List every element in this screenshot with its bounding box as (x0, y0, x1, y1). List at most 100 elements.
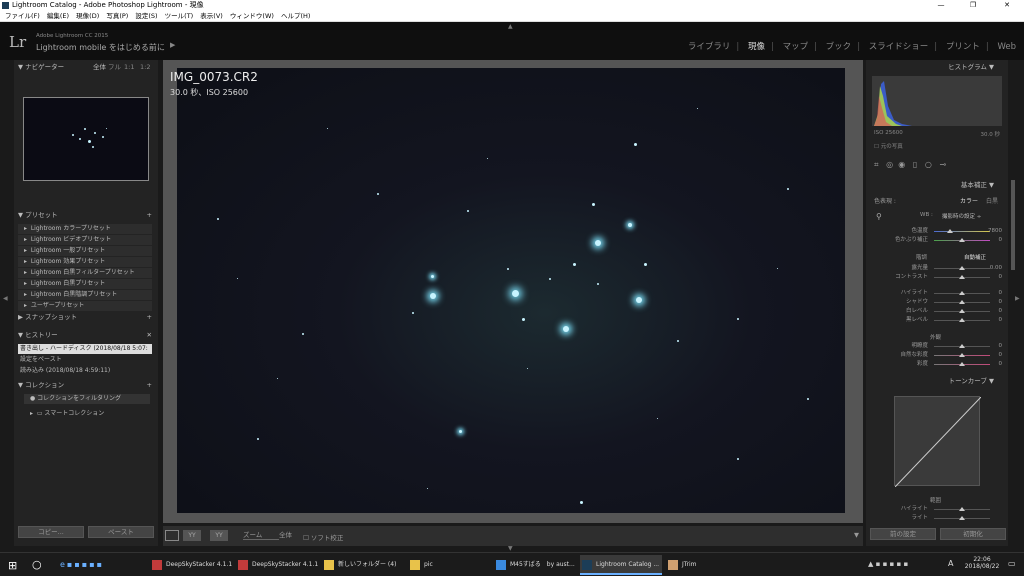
mobile-link[interactable]: Lightroom mobile をはじめる前に (36, 42, 165, 53)
navigator-header[interactable]: ▼ ナビゲーター 全体 フル 1:1 1:2 (18, 62, 154, 72)
search-icon[interactable]: ○ (32, 558, 42, 571)
add-preset-icon[interactable]: + (147, 210, 152, 220)
history-item[interactable]: 読み込み (2018/08/18 4:59:11) (18, 366, 152, 376)
menu-develop[interactable]: 現像(D) (76, 12, 99, 20)
zoom-fill[interactable]: フル (108, 62, 121, 72)
minimize-button[interactable]: — (926, 0, 956, 11)
reset-button[interactable]: 初期化 (940, 528, 1006, 540)
left-panel-toggle-icon[interactable]: ◀ (3, 295, 8, 302)
preset-folder[interactable]: ▸ Lightroom ビデオプリセット (18, 235, 152, 245)
add-collection-icon[interactable]: + (147, 380, 152, 390)
history-header[interactable]: ▼ ヒストリー ✕ (18, 330, 154, 340)
snapshots-header[interactable]: ▶ スナップショット + (18, 312, 154, 322)
photo-canvas[interactable] (177, 68, 845, 513)
taskbar-item[interactable]: Lightroom Catalog ... (580, 555, 662, 575)
clarity-slider[interactable]: 明瞭度 0 (870, 342, 1004, 351)
bottom-panel-toggle-icon[interactable]: ▼ (508, 545, 513, 552)
navigator-preview[interactable] (23, 97, 149, 181)
menu-help[interactable]: ヘルプ(H) (281, 12, 310, 20)
loupe-view-icon[interactable] (165, 530, 179, 541)
play-icon[interactable]: ▶ (170, 41, 175, 49)
module-print[interactable]: プリント (946, 42, 980, 52)
preset-folder[interactable]: ▸ ユーザープリセット (18, 301, 152, 311)
contrast-slider[interactable]: コントラスト 0 (870, 273, 1004, 282)
tonecurve-header[interactable]: トーンカーブ ▼ (870, 376, 1006, 386)
zoom-slider[interactable] (243, 539, 279, 540)
menu-window[interactable]: ウィンドウ(W) (230, 12, 274, 20)
red-eye-icon[interactable]: ◉ (898, 160, 905, 169)
top-panel-toggle-icon[interactable]: ▲ (508, 23, 513, 30)
smart-collection[interactable]: ▸ ▭ スマートコレクション (28, 409, 162, 419)
taskbar-item[interactable]: JTrim (666, 555, 748, 575)
copy-button[interactable]: コピー... (18, 526, 84, 538)
taskbar-item[interactable]: M45すばる by aust... (494, 555, 576, 575)
auto-tone-button[interactable]: 自動補正 (964, 253, 986, 261)
module-develop[interactable]: 現像 (748, 42, 765, 52)
spot-removal-icon[interactable]: ◎ (886, 160, 893, 169)
softproof-checkbox[interactable]: ☐ ソフト校正 (303, 532, 343, 542)
preset-folder[interactable]: ▸ Lightroom 一般プリセット (18, 246, 152, 256)
taskbar-item[interactable]: pic (408, 555, 490, 575)
preset-folder[interactable]: ▸ Lightroom 白黒プリセット (18, 279, 152, 289)
graduated-filter-icon[interactable]: ▯ (913, 160, 917, 169)
histogram-graph[interactable] (872, 76, 1002, 126)
menu-edit[interactable]: 編集(E) (47, 12, 69, 20)
module-book[interactable]: ブック (826, 42, 852, 52)
tone-curve-graph[interactable] (894, 396, 982, 488)
close-button[interactable]: ✕ (992, 0, 1022, 11)
module-map[interactable]: マップ (783, 42, 809, 52)
module-slideshow[interactable]: スライドショー (869, 42, 929, 52)
module-web[interactable]: Web (997, 42, 1016, 52)
wb-dropdown[interactable]: 撮影時の設定 ÷ (942, 212, 981, 220)
crop-icon[interactable]: ⌗ (874, 160, 879, 169)
taskbar-item[interactable]: 新しいフォルダー (4) (322, 555, 404, 575)
wb-eyedropper-icon[interactable]: ⚲ (876, 212, 882, 221)
preset-folder[interactable]: ▸ Lightroom 効果プリセット (18, 257, 152, 267)
menu-photo[interactable]: 写真(P) (106, 12, 128, 20)
history-item[interactable]: 設定をペースト (18, 355, 152, 365)
before-after-lr-icon[interactable]: YY (183, 530, 201, 541)
menu-settings[interactable]: 設定(S) (135, 12, 157, 20)
windows-start-icon[interactable]: ⊞ (8, 559, 17, 572)
basic-header[interactable]: 基本補正 ▼ (870, 180, 1006, 190)
vibrance-slider[interactable]: 自然な彩度 0 (870, 351, 1004, 360)
pinned-apps[interactable]: e▪▪▪▪▪ (60, 560, 104, 569)
ime-indicator[interactable]: A (948, 559, 953, 568)
previous-settings-button[interactable]: 前の設定 (870, 528, 936, 540)
notification-icon[interactable]: ▭ (1008, 559, 1016, 568)
history-item[interactable]: 書き出し - ハードディスク (2018/08/18 5:07: (18, 344, 152, 354)
treatment-bw[interactable]: 白黒 (986, 196, 998, 205)
right-panel-toggle-icon[interactable]: ▶ (1015, 295, 1020, 302)
preset-folder[interactable]: ▸ Lightroom 白黒フィルタープリセット (18, 268, 152, 278)
zoom-1-2[interactable]: 1:2 (140, 62, 150, 72)
shadows-slider[interactable]: シャドウ 0 (870, 298, 1004, 307)
menu-file[interactable]: ファイル(F) (5, 12, 40, 20)
treatment-color[interactable]: カラー (960, 196, 978, 205)
whites-slider[interactable]: 白レベル 0 (870, 307, 1004, 316)
radial-filter-icon[interactable]: ○ (925, 160, 932, 169)
tc-highlights-slider[interactable]: ハイライト (870, 505, 1004, 514)
taskbar-item[interactable]: DeepSkyStacker 4.1.1 (150, 555, 232, 575)
collections-header[interactable]: ▼ コレクション + (18, 380, 154, 390)
clock[interactable]: 22:06 2018/08/22 (962, 556, 1002, 570)
menu-tools[interactable]: ツール(T) (165, 12, 194, 20)
preset-folder[interactable]: ▸ Lightroom 白黒階調プリセット (18, 290, 152, 300)
tint-slider[interactable]: 色かぶり補正 0 (870, 236, 1004, 245)
original-photo-checkbox[interactable]: ☐ 元の写真 (874, 142, 903, 150)
tc-lights-slider[interactable]: ライト (870, 514, 1004, 523)
saturation-slider[interactable]: 彩度 0 (870, 360, 1004, 369)
menu-view[interactable]: 表示(V) (200, 12, 223, 20)
zoom-fit[interactable]: 全体 (93, 62, 106, 72)
taskbar-item[interactable]: DeepSkyStacker 4.1.1 (236, 555, 318, 575)
module-library[interactable]: ライブラリ (688, 42, 731, 52)
zoom-1-1[interactable]: 1:1 (124, 62, 134, 72)
highlights-slider[interactable]: ハイライト 0 (870, 289, 1004, 298)
clear-history-icon[interactable]: ✕ (147, 330, 152, 340)
toolbar-menu-icon[interactable]: ▼ (854, 531, 859, 539)
preset-folder[interactable]: ▸ Lightroom カラープリセット (18, 224, 152, 234)
add-snapshot-icon[interactable]: + (147, 312, 152, 322)
temp-slider[interactable]: 色温度 7800 (870, 227, 1004, 236)
system-tray[interactable]: ▲ ▪ ▪ ▪ ▪ ▪ (868, 560, 908, 568)
blacks-slider[interactable]: 黒レベル 0 (870, 316, 1004, 325)
adjustment-brush-icon[interactable]: ⊸ (940, 160, 947, 169)
